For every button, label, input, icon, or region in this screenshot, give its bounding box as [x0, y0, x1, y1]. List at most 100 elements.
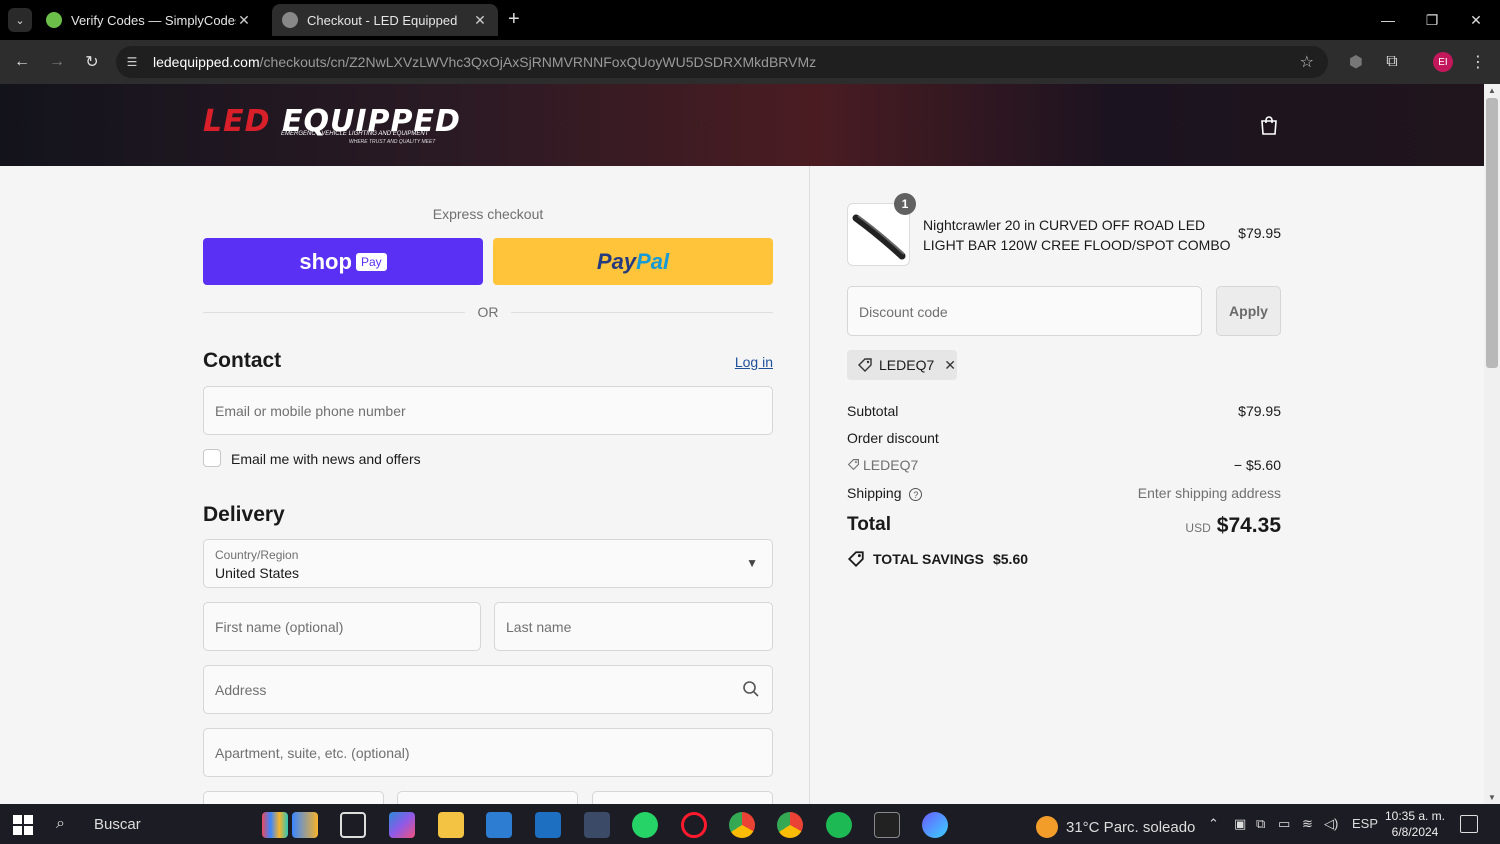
reload-icon[interactable]: ↻ [80, 50, 104, 74]
quantity-badge: 1 [894, 193, 916, 215]
tray-chevron-icon[interactable]: ⌃ [1208, 816, 1219, 832]
whatsapp-icon[interactable] [632, 812, 658, 838]
delivery-heading: Delivery [203, 503, 285, 526]
apply-button[interactable]: Apply [1216, 286, 1281, 336]
divider [203, 312, 465, 313]
microsoft-store-icon[interactable] [486, 812, 512, 838]
news-offers-label[interactable]: Email me with news and offers [231, 451, 421, 467]
notification-icon[interactable] [1460, 815, 1478, 833]
forward-icon[interactable]: → [45, 50, 69, 74]
windows-start-icon[interactable] [12, 814, 34, 836]
extension-icon[interactable]: ⬢ [1344, 50, 1368, 74]
state-field[interactable] [397, 791, 578, 804]
minimize-icon[interactable]: — [1366, 0, 1410, 40]
file-explorer-icon[interactable] [438, 812, 464, 838]
tab-checkout[interactable]: Checkout - LED Equipped ✕ [272, 4, 498, 36]
chevron-down-icon: ▼ [746, 556, 758, 570]
app-icon[interactable] [922, 812, 948, 838]
extensions-puzzle-icon[interactable]: ⧉ [1380, 50, 1404, 74]
tag-icon [858, 358, 872, 372]
bookmark-star-icon[interactable]: ☆ [1300, 52, 1314, 72]
address-field[interactable]: Address [203, 665, 773, 714]
tab-close-icon[interactable]: ✕ [236, 12, 252, 29]
email-field[interactable]: Email or mobile phone number [203, 386, 773, 435]
discount-code-row: LEDEQ7 − $5.60 [847, 457, 1281, 473]
tab-simplycodes[interactable]: Verify Codes — SimplyCodes ✕ [36, 4, 262, 36]
opera-icon[interactable] [681, 812, 707, 838]
login-link[interactable]: Log in [700, 354, 773, 370]
browser-menu-icon[interactable]: ⋮ [1466, 50, 1490, 74]
divider [511, 312, 773, 313]
chrome-icon[interactable] [777, 812, 803, 838]
scroll-up-icon[interactable]: ▲ [1488, 86, 1496, 95]
last-name-placeholder: Last name [506, 619, 572, 635]
order-summary: 1 Nightcrawler 20 in CURVED OFF ROAD LED… [810, 166, 1484, 804]
shipping-label: Shipping [847, 485, 902, 501]
profile-avatar[interactable]: EI [1433, 52, 1453, 72]
volume-icon[interactable]: ◁) [1324, 816, 1338, 832]
mail-icon[interactable] [535, 812, 561, 838]
first-name-field[interactable]: First name (optional) [203, 602, 481, 651]
discount-placeholder: Discount code [859, 304, 948, 320]
language-indicator[interactable]: ESP [1352, 816, 1378, 831]
discount-code-input[interactable]: Discount code [847, 286, 1202, 336]
paypal-button[interactable]: Pay Pal [493, 238, 773, 285]
weather-widget[interactable]: 31°C Parc. soleado [1036, 816, 1195, 838]
news-offers-checkbox[interactable] [203, 449, 221, 467]
applied-code-label: LEDEQ7 [879, 357, 935, 373]
app-icon[interactable] [584, 812, 610, 838]
back-icon[interactable]: ← [10, 50, 34, 74]
scroll-down-icon[interactable]: ▼ [1488, 793, 1496, 802]
clock[interactable]: 10:35 a. m. 6/8/2024 [1382, 808, 1448, 840]
crayons-icon[interactable] [292, 812, 318, 838]
network-share-icon[interactable]: ⧉ [1256, 816, 1265, 832]
first-name-placeholder: First name (optional) [215, 619, 344, 635]
restore-icon[interactable]: ❐ [1410, 0, 1454, 40]
spotify-icon[interactable] [826, 812, 852, 838]
chrome-icon[interactable] [729, 812, 755, 838]
shop-pay-button[interactable]: shop Pay [203, 238, 483, 285]
express-checkout-label: Express checkout [432, 206, 544, 222]
address-placeholder: Address [215, 682, 267, 698]
browser-tab-bar: ⌄ Verify Codes — SimplyCodes ✕ Checkout … [0, 0, 1500, 40]
apartment-field[interactable]: Apartment, suite, etc. (optional) [203, 728, 773, 777]
address-bar[interactable]: ☰ ledequipped.com/checkouts/cn/Z2NwLXVzL… [116, 46, 1328, 78]
wifi-icon[interactable]: ≋ [1302, 816, 1313, 832]
savings-tag-icon [847, 551, 864, 568]
help-icon[interactable]: ? [909, 488, 923, 501]
meet-icon[interactable]: ▣ [1234, 816, 1246, 832]
country-select[interactable]: Country/Region United States ▼ [203, 539, 773, 588]
tab-search-menu[interactable]: ⌄ [8, 8, 32, 32]
copilot-icon[interactable] [389, 812, 415, 838]
url-text[interactable]: ledequipped.com/checkouts/cn/Z2NwLXVzLWV… [153, 54, 816, 70]
country-value: United States [215, 565, 300, 581]
crayons-icon[interactable] [262, 812, 288, 838]
subtotal-row: Subtotal $79.95 [847, 403, 1281, 419]
remove-discount-icon[interactable]: ✕ [944, 357, 956, 374]
email-placeholder: Email or mobile phone number [215, 403, 406, 419]
task-view-icon[interactable] [340, 812, 366, 838]
window-close-icon[interactable]: ✕ [1454, 0, 1498, 40]
applied-discount-tag: LEDEQ7 ✕ [847, 350, 957, 380]
page-scrollbar[interactable]: ▲ ▼ [1484, 84, 1500, 804]
taskbar-search[interactable]: ⌕ Buscar [48, 808, 248, 840]
zip-field[interactable] [592, 791, 773, 804]
app-icon[interactable] [874, 812, 900, 838]
country-label: Country/Region [215, 548, 299, 562]
last-name-field[interactable]: Last name [494, 602, 773, 651]
total-savings: TOTAL SAVINGS $5.60 [847, 550, 1028, 568]
new-tab-button[interactable]: + [508, 8, 520, 30]
scrollbar-thumb[interactable] [1486, 98, 1498, 368]
logo-tagline-2: WHERE TRUST AND QUALITY MEET [349, 139, 436, 145]
tab-close-icon[interactable]: ✕ [472, 12, 488, 29]
globe-favicon-icon [282, 12, 298, 28]
city-field[interactable] [203, 791, 384, 804]
search-icon[interactable] [742, 680, 760, 698]
battery-icon[interactable]: ▭ [1278, 816, 1290, 832]
store-logo[interactable]: LED EQUIPPED EMERGENCY VEHICLE LIGHTING … [203, 104, 465, 148]
tab-title: Checkout - LED Equipped [307, 12, 458, 28]
shopping-bag-icon[interactable] [1260, 115, 1278, 135]
shipping-row: Shipping ? Enter shipping address [847, 485, 1281, 501]
site-info-icon[interactable]: ☰ [124, 54, 140, 70]
store-header: LED EQUIPPED EMERGENCY VEHICLE LIGHTING … [0, 84, 1484, 166]
